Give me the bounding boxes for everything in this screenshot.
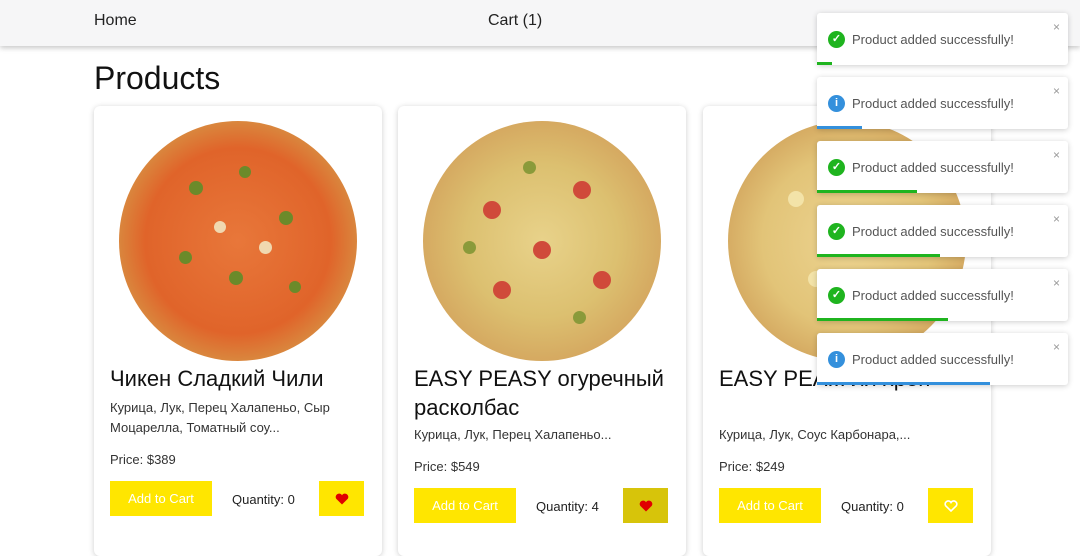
info-icon: i [828, 95, 845, 112]
product-description: Курица, Лук, Соус Карбонара,... [719, 427, 911, 442]
nav-cart-link[interactable]: Cart (1) [488, 12, 542, 30]
check-icon: ✓ [828, 223, 845, 240]
toast-message: Product added successfully! [852, 288, 1014, 303]
toast-notification: ✓ Product added successfully! × [817, 269, 1068, 321]
product-image [119, 121, 357, 361]
close-icon[interactable]: × [1053, 340, 1060, 354]
add-to-cart-button[interactable]: Add to Cart [719, 488, 821, 523]
toast-message: Product added successfully! [852, 96, 1014, 111]
favorite-button[interactable] [319, 481, 364, 516]
toast-notification: ✓ Product added successfully! × [817, 13, 1068, 65]
product-price: Price: $389 [110, 452, 176, 467]
toast-progress-bar [817, 190, 918, 193]
toast-notification: i Product added successfully! × [817, 77, 1068, 129]
favorite-button[interactable] [623, 488, 668, 523]
check-icon: ✓ [828, 31, 845, 48]
heart-filled-icon [335, 493, 348, 504]
product-image [423, 121, 661, 361]
quantity-label: Quantity: 0 [841, 499, 904, 514]
toast-message: Product added successfully! [852, 32, 1014, 47]
add-to-cart-button[interactable]: Add to Cart [414, 488, 516, 523]
product-name: Чикен Сладкий Чили [110, 366, 324, 391]
nav-home-link[interactable]: Home [94, 12, 137, 30]
toast-progress-bar [817, 126, 863, 129]
toast-progress-bar [817, 382, 991, 385]
toast-notification: ✓ Product added successfully! × [817, 141, 1068, 193]
product-price: Price: $549 [414, 459, 480, 474]
toast-message: Product added successfully! [852, 352, 1014, 367]
toast-message: Product added successfully! [852, 224, 1014, 239]
product-description: Курица, Лук, Перец Халапеньо... [414, 427, 612, 442]
heart-outline-icon [943, 499, 958, 512]
close-icon[interactable]: × [1053, 20, 1060, 34]
toast-message: Product added successfully! [852, 160, 1014, 175]
close-icon[interactable]: × [1053, 84, 1060, 98]
product-card: Чикен Сладкий Чили Курица, Лук, Перец Ха… [94, 106, 382, 556]
check-icon: ✓ [828, 159, 845, 176]
toast-notification: ✓ Product added successfully! × [817, 205, 1068, 257]
toast-progress-bar [817, 254, 940, 257]
toast-progress-bar [817, 318, 948, 321]
close-icon[interactable]: × [1053, 148, 1060, 162]
product-name: EASY PEASY огуречный расколбас [414, 366, 664, 420]
toast-progress-bar [817, 62, 833, 65]
favorite-button[interactable] [928, 488, 973, 523]
quantity-label: Quantity: 4 [536, 499, 599, 514]
check-icon: ✓ [828, 287, 845, 304]
product-description: Курица, Лук, Перец Халапеньо, Сыр Моцаре… [110, 400, 330, 435]
close-icon[interactable]: × [1053, 276, 1060, 290]
page-title: Products [94, 60, 221, 96]
add-to-cart-button[interactable]: Add to Cart [110, 481, 212, 516]
toast-notification: i Product added successfully! × [817, 333, 1068, 385]
heart-filled-icon [639, 500, 652, 511]
close-icon[interactable]: × [1053, 212, 1060, 226]
info-icon: i [828, 351, 845, 368]
product-card: EASY PEASY огуречный расколбас Курица, Л… [398, 106, 686, 556]
quantity-label: Quantity: 0 [232, 492, 295, 507]
product-price: Price: $249 [719, 459, 785, 474]
